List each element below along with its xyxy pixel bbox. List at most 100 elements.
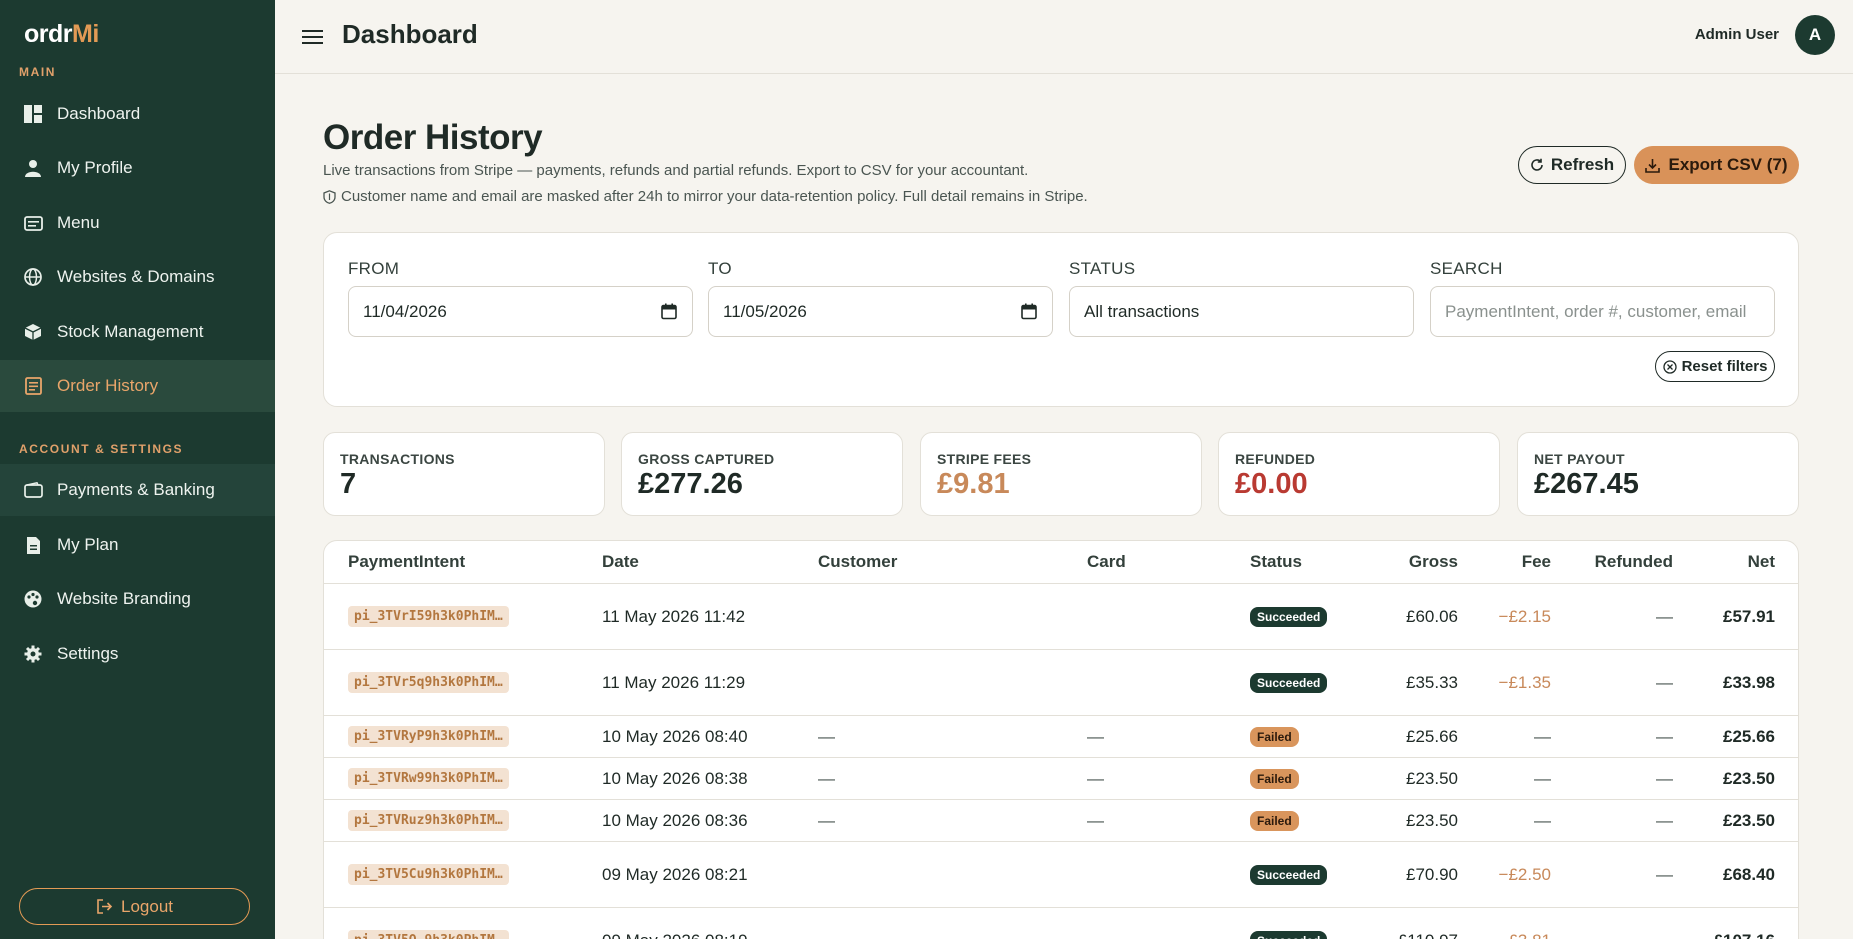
table-row[interactable]: pi_3TVrI59h3k0PhIM… 11 May 2026 11:42 Succ… bbox=[324, 584, 1798, 650]
stat-transactions: TRANSACTIONS 7 bbox=[323, 432, 605, 516]
privacy-note: Customer name and email are masked after… bbox=[323, 188, 1088, 205]
table-row[interactable]: pi_3TVRw99h3k0PhIM… 10 May 2026 08:38 — — Fa… bbox=[324, 758, 1798, 800]
payment-intent-id[interactable]: pi_3TV5Cu9h3k0PhIM… bbox=[348, 864, 509, 885]
customer-cell: — bbox=[818, 811, 835, 830]
export-csv-button[interactable]: Export CSV (7) bbox=[1634, 146, 1799, 184]
table-row[interactable]: pi_3TV5Cu9h3k0PhIM… 09 May 2026 08:21 Succ… bbox=[324, 842, 1798, 908]
user-name[interactable]: Admin User bbox=[1695, 26, 1779, 43]
stat-fees: STRIPE FEES £9.81 bbox=[920, 432, 1202, 516]
logout-button[interactable]: Logout bbox=[19, 888, 250, 925]
sidebar-item-websites[interactable]: Websites & Domains bbox=[0, 251, 275, 303]
sidebar-item-label: Payments & Banking bbox=[57, 480, 215, 499]
gross-cell: £23.50 bbox=[1406, 811, 1458, 830]
card-cell: — bbox=[1087, 769, 1104, 788]
stat-net-payout: NET PAYOUT £267.45 bbox=[1517, 432, 1799, 516]
column-header-gross[interactable]: Gross bbox=[1409, 552, 1458, 572]
net-cell: £68.40 bbox=[1723, 865, 1775, 884]
payment-intent-id[interactable]: pi_3TVRyP9h3k0PhIM… bbox=[348, 726, 509, 747]
from-label: FROM bbox=[348, 259, 400, 278]
to-date-input[interactable]: 11/05/2026 bbox=[708, 286, 1053, 337]
payment-intent-id[interactable]: pi_3TVRw99h3k0PhIM… bbox=[348, 768, 509, 789]
stat-gross: GROSS CAPTURED £277.26 bbox=[621, 432, 903, 516]
fee-cell: — bbox=[1534, 811, 1551, 830]
calendar-icon[interactable] bbox=[1021, 303, 1037, 320]
reset-label: Reset filters bbox=[1681, 358, 1768, 375]
sidebar-item-label: Menu bbox=[57, 213, 100, 232]
sidebar-item-label: My Plan bbox=[57, 535, 119, 554]
status-badge: Succeeded bbox=[1250, 931, 1328, 939]
payment-intent-id[interactable]: pi_3TV5Q…9h3k0PhIM… bbox=[348, 930, 509, 939]
payment-intent-id[interactable]: pi_3TVrI59h3k0PhIM… bbox=[348, 606, 509, 627]
refunded-cell: — bbox=[1656, 727, 1673, 746]
stat-refunded: REFUNDED £0.00 bbox=[1218, 432, 1500, 516]
refunded-cell: — bbox=[1656, 769, 1673, 788]
table-row[interactable]: pi_3TVRuz9h3k0PhIM… 10 May 2026 08:36 — — Fa… bbox=[324, 800, 1798, 842]
date-cell: 10 May 2026 08:38 bbox=[602, 769, 748, 788]
sidebar-item-label: Dashboard bbox=[57, 104, 141, 123]
date-cell: 09 May 2026 08:21 bbox=[602, 865, 748, 884]
sidebar-item-label: My Profile bbox=[57, 158, 133, 177]
section-label-account: ACCOUNT & SETTINGS bbox=[19, 442, 184, 456]
section-label-main: MAIN bbox=[19, 65, 57, 79]
net-cell: £23.50 bbox=[1723, 811, 1775, 830]
hamburger-menu-icon[interactable] bbox=[302, 28, 323, 49]
from-date-input[interactable]: 11/04/2026 bbox=[348, 286, 693, 337]
column-header-customer[interactable]: Customer bbox=[818, 552, 897, 572]
column-header-date[interactable]: Date bbox=[602, 552, 639, 572]
column-header-refunded[interactable]: Refunded bbox=[1595, 552, 1673, 572]
calendar-icon[interactable] bbox=[661, 303, 677, 320]
sidebar-item-dashboard[interactable]: Dashboard bbox=[0, 88, 275, 140]
stat-label: STRIPE FEES bbox=[937, 451, 1032, 467]
status-badge: Succeeded bbox=[1250, 865, 1328, 885]
sidebar-item-menu[interactable]: Menu bbox=[0, 197, 275, 249]
table-row[interactable]: pi_3TVr5q9h3k0PhIM… 11 May 2026 11:29 Succ… bbox=[324, 650, 1798, 716]
sidebar-item-my-plan[interactable]: My Plan bbox=[0, 519, 275, 571]
column-header-paymentintent[interactable]: PaymentIntent bbox=[348, 552, 465, 572]
payment-intent-id[interactable]: pi_3TVr5q9h3k0PhIM… bbox=[348, 672, 509, 693]
column-header-card[interactable]: Card bbox=[1087, 552, 1126, 572]
sidebar-item-order-history[interactable]: Order History bbox=[0, 360, 275, 412]
status-badge: Succeeded bbox=[1250, 673, 1328, 693]
column-header-status[interactable]: Status bbox=[1250, 552, 1302, 572]
stat-value: £0.00 bbox=[1235, 468, 1308, 500]
avatar[interactable]: A bbox=[1795, 15, 1835, 55]
sidebar-item-settings[interactable]: Settings bbox=[0, 628, 275, 680]
stat-label: TRANSACTIONS bbox=[340, 451, 455, 467]
app-logo[interactable]: ordrMi bbox=[24, 20, 99, 49]
net-cell: £33.98 bbox=[1723, 673, 1775, 692]
payment-intent-id[interactable]: pi_3TVRuz9h3k0PhIM… bbox=[348, 810, 509, 831]
column-header-fee[interactable]: Fee bbox=[1522, 552, 1551, 572]
table-row[interactable]: pi_3TVRyP9h3k0PhIM… 10 May 2026 08:40 — — Fa… bbox=[324, 716, 1798, 758]
sidebar-item-branding[interactable]: Website Branding bbox=[0, 573, 275, 625]
filter-panel: FROM 11/04/2026 TO 11/05/2026 STATUS All… bbox=[323, 232, 1799, 407]
date-cell: 11 May 2026 11:29 bbox=[602, 673, 746, 692]
globe-icon bbox=[23, 267, 43, 287]
sidebar-item-my-profile[interactable]: My Profile bbox=[0, 142, 275, 194]
stat-label: NET PAYOUT bbox=[1534, 451, 1625, 467]
sidebar-item-label: Stock Management bbox=[57, 322, 204, 341]
sidebar-item-stock[interactable]: Stock Management bbox=[0, 306, 275, 358]
table-header: PaymentIntent Date Customer Card Status … bbox=[324, 541, 1798, 584]
status-select-value: All transactions bbox=[1084, 301, 1200, 321]
status-select[interactable]: All transactions bbox=[1069, 286, 1414, 337]
gross-cell: £35.33 bbox=[1406, 673, 1458, 692]
date-cell: 11 May 2026 11:42 bbox=[602, 607, 746, 626]
column-header-net[interactable]: Net bbox=[1748, 552, 1775, 572]
refresh-button[interactable]: Refresh bbox=[1518, 146, 1626, 184]
privacy-note-text: Customer name and email are masked after… bbox=[341, 188, 1088, 205]
date-cell: 09 May 2026 08:19 bbox=[602, 931, 748, 939]
palette-icon bbox=[23, 589, 43, 609]
refresh-label: Refresh bbox=[1550, 155, 1615, 174]
table-row[interactable]: pi_3TV5Q…9h3k0PhIM… 09 May 2026 08:19 Succ… bbox=[324, 908, 1798, 939]
fee-cell: — bbox=[1534, 769, 1551, 788]
search-input[interactable]: PaymentIntent, order #, customer, email bbox=[1430, 286, 1775, 337]
reset-filters-button[interactable]: Reset filters bbox=[1655, 351, 1775, 382]
stat-value: £267.45 bbox=[1534, 468, 1639, 500]
download-icon bbox=[1645, 158, 1661, 173]
gear-icon bbox=[23, 644, 43, 664]
sidebar-item-label: Settings bbox=[57, 644, 119, 663]
fee-cell: — bbox=[1534, 727, 1551, 746]
refresh-icon bbox=[1531, 158, 1543, 171]
sidebar-item-label: Order History bbox=[57, 376, 159, 395]
sidebar-item-payments[interactable]: Payments & Banking bbox=[0, 464, 275, 516]
